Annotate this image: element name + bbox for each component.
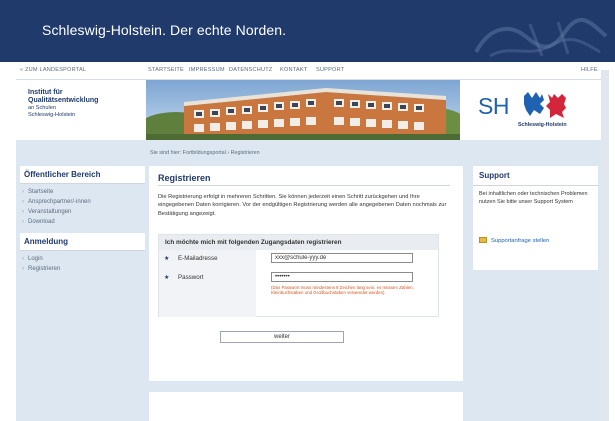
password-row: ★ Passwort (Das Passwort muss mindestens… [159,269,440,317]
nav-hilfe[interactable]: HILFE [581,67,598,73]
weiter-button[interactable]: weiter [220,331,344,343]
main-content: Registrieren Die Registrierung erfolgt i… [149,166,463,381]
support-title: Support [473,166,598,186]
header: Institut für Qualitätsentwicklung an Sch… [16,80,601,140]
link-landesportal[interactable]: « ZUM LANDESPORTAL [20,67,86,73]
sidebar-login-list: Login Registrieren [20,251,145,280]
nav-support[interactable]: SUPPORT [316,67,344,73]
sidebar-public-list: Startseite Ansprechpartner/-innen Verans… [20,184,145,233]
sidebar: Öffentlicher Bereich Startseite Ansprech… [20,166,145,280]
sidebar-item-download[interactable]: Download [22,217,143,227]
nav-datenschutz[interactable]: DATENSCHUTZ [229,67,272,73]
breadcrumb: Sie sind hier: Fortbildungsportal › Regi… [150,150,260,156]
password-field[interactable] [271,272,413,282]
header-building-photo [146,80,460,140]
registration-form: Ich möchte mich mit folgenden Zugangsdat… [158,234,439,317]
sidebar-item-startseite[interactable]: Startseite [22,187,143,197]
email-label: E-Mailadresse [178,255,218,262]
password-label: Passwort [178,274,204,281]
support-box: Support Bei inhaltlichen oder technische… [473,166,598,270]
page-title: Registrieren [158,173,211,183]
top-banner: Schleswig-Holstein. Der echte Norden. [0,0,615,62]
sidebar-item-veranstaltungen[interactable]: Veranstaltungen [22,207,143,217]
top-navigation: « ZUM LANDESPORTAL STARTSEITE IMPRESSUM … [16,62,601,80]
sidebar-public-title: Öffentlicher Bereich [20,166,145,184]
required-star: ★ [164,256,170,262]
required-star: ★ [164,275,170,281]
sidebar-item-ansprechpartner[interactable]: Ansprechpartner/-innen [22,197,143,207]
banner-tagline: Schleswig-Holstein. Der echte Norden. [42,22,287,38]
form-title: Ich möchte mich mit folgenden Zugangsdat… [159,235,438,250]
email-row: ★ E-Mailadresse [159,250,440,269]
page-shadow [601,70,609,421]
sidebar-item-login[interactable]: Login [22,254,143,264]
sidebar-item-registrieren[interactable]: Registrieren [22,264,143,274]
email-field[interactable] [271,253,413,263]
title-divider [158,185,450,186]
intro-text: Die Registrierung erfolgt in mehreren Sc… [158,194,447,217]
site-container: « ZUM LANDESPORTAL STARTSEITE IMPRESSUM … [16,62,601,421]
support-request-link[interactable]: Supportanfrage stellen [479,238,549,244]
institute-name[interactable]: Institut für Qualitätsentwicklung an Sch… [28,89,98,119]
password-hint: (Das Passwort muss mindestens 8 Zeichen … [271,285,414,296]
sidebar-login-title: Anmeldung [20,233,145,251]
footer-card [149,392,463,421]
nav-impressum[interactable]: IMPRESSUM [189,67,225,73]
sh-logo[interactable]: SH Schleswig-Holstein [478,90,578,132]
nav-startseite[interactable]: STARTSEITE [148,67,184,73]
nav-kontakt[interactable]: KONTAKT [280,67,307,73]
support-text: Bei inhaltlichen oder technischen Proble… [479,191,588,205]
